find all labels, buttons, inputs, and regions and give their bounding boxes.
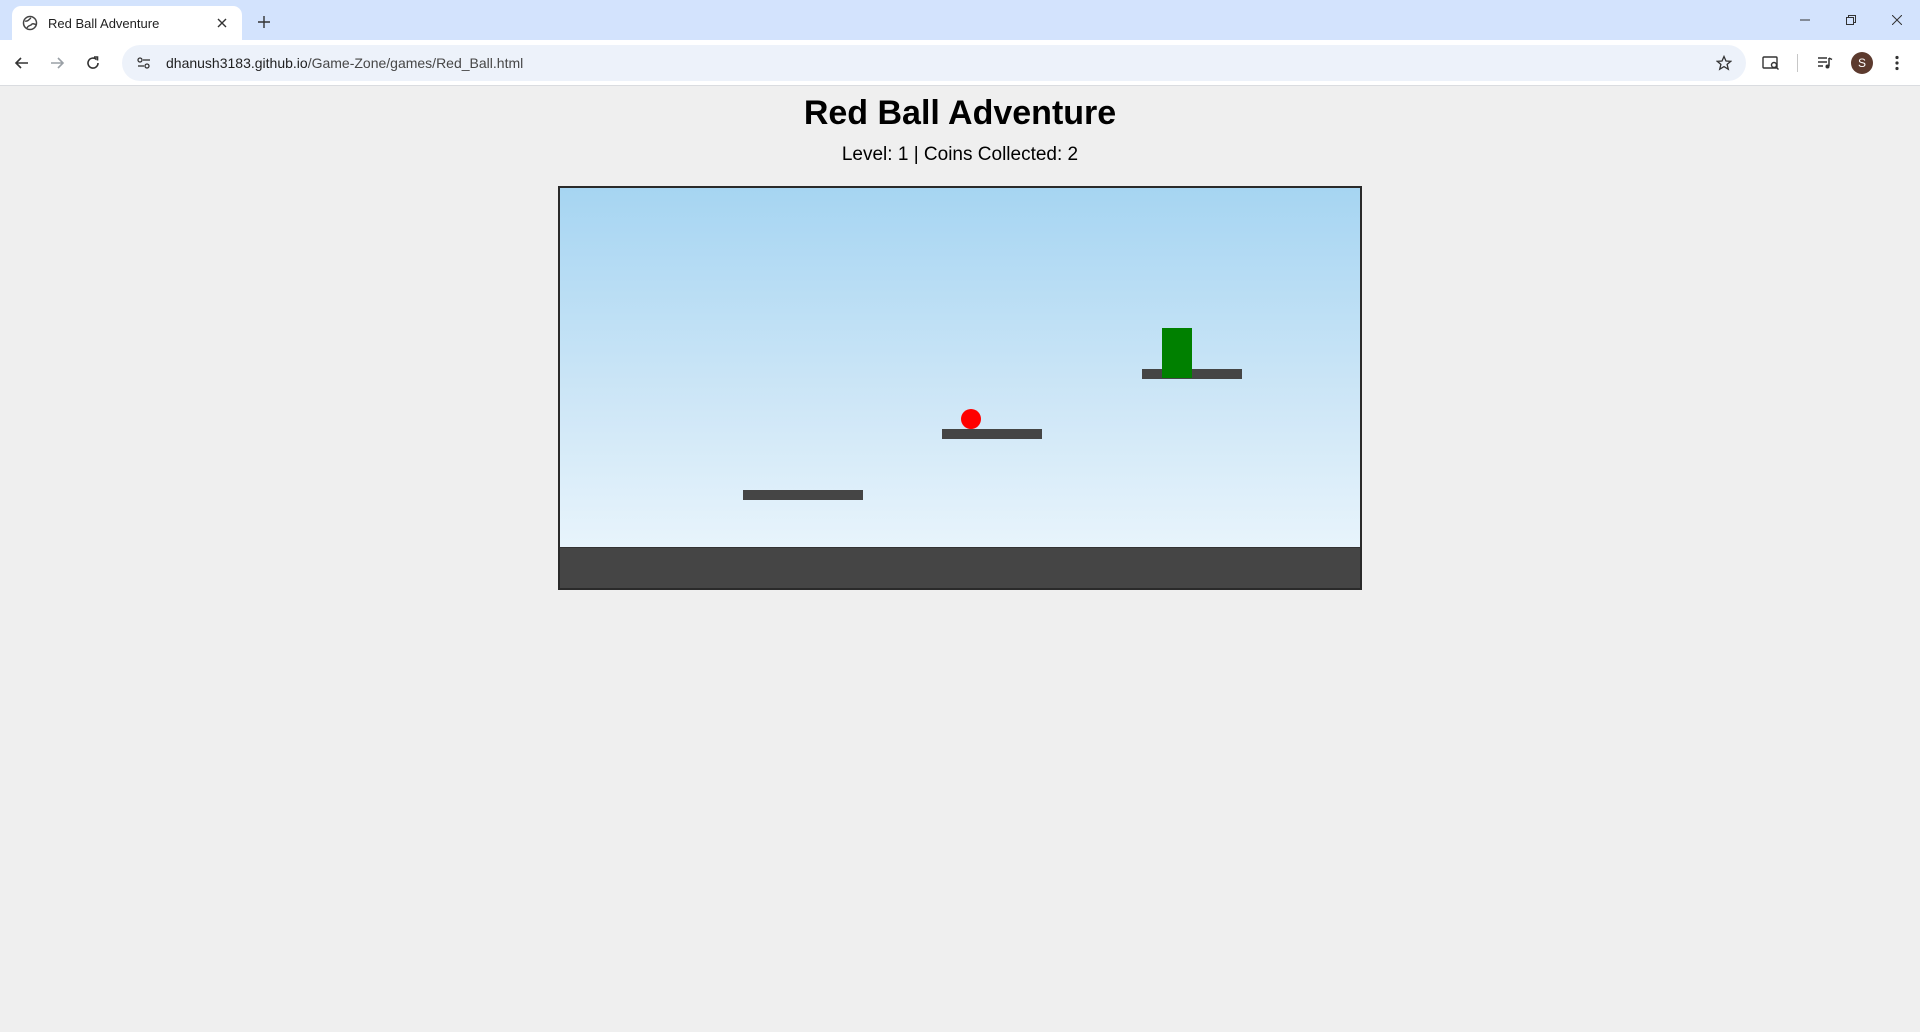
toolbar-separator	[1797, 54, 1798, 72]
level-value: 1	[897, 144, 909, 165]
url-text: dhanush3183.github.io/Game-Zone/games/Re…	[166, 55, 523, 71]
back-icon[interactable]	[8, 49, 36, 77]
plus-icon[interactable]	[252, 10, 276, 34]
more-icon[interactable]	[1883, 49, 1911, 77]
platform-low	[743, 490, 863, 500]
game-canvas[interactable]	[558, 186, 1362, 590]
window-controls	[1782, 0, 1920, 40]
search-tab-icon[interactable]	[1757, 49, 1785, 77]
status-separator: |	[913, 144, 919, 165]
minimize-icon[interactable]	[1782, 0, 1828, 40]
coins-label: Coins Collected:	[923, 144, 1063, 165]
restore-icon[interactable]	[1828, 0, 1874, 40]
url-host: dhanush3183.github.io	[166, 55, 308, 71]
site-info-icon[interactable]	[132, 51, 156, 75]
red-ball	[961, 409, 981, 429]
page-title: Red Ball Adventure	[803, 94, 1117, 132]
forward-icon[interactable]	[43, 49, 71, 77]
browser-tab[interactable]: Red Ball Adventure	[12, 6, 242, 40]
close-window-icon[interactable]	[1874, 0, 1920, 40]
game-status: Level: 1 | Coins Collected: 2	[0, 144, 1920, 166]
platform-high	[1142, 369, 1242, 379]
level-label: Level:	[841, 144, 893, 165]
star-icon[interactable]	[1712, 51, 1736, 75]
media-icon[interactable]	[1811, 49, 1839, 77]
ground	[560, 547, 1360, 588]
close-icon[interactable]	[212, 13, 232, 33]
tab-title: Red Ball Adventure	[48, 15, 160, 31]
browser-toolbar: dhanush3183.github.io/Game-Zone/games/Re…	[0, 40, 1920, 86]
globe-icon	[22, 15, 38, 31]
platform-middle	[942, 429, 1042, 439]
coins-value: 2	[1067, 144, 1079, 165]
goal-block	[1162, 328, 1192, 378]
tab-strip: Red Ball Adventure	[0, 0, 1920, 40]
url-path: /Game-Zone/games/Red_Ball.html	[307, 55, 524, 71]
reload-icon[interactable]	[79, 49, 107, 77]
avatar[interactable]: S	[1851, 52, 1873, 74]
address-bar[interactable]: dhanush3183.github.io/Game-Zone/games/Re…	[122, 45, 1746, 81]
